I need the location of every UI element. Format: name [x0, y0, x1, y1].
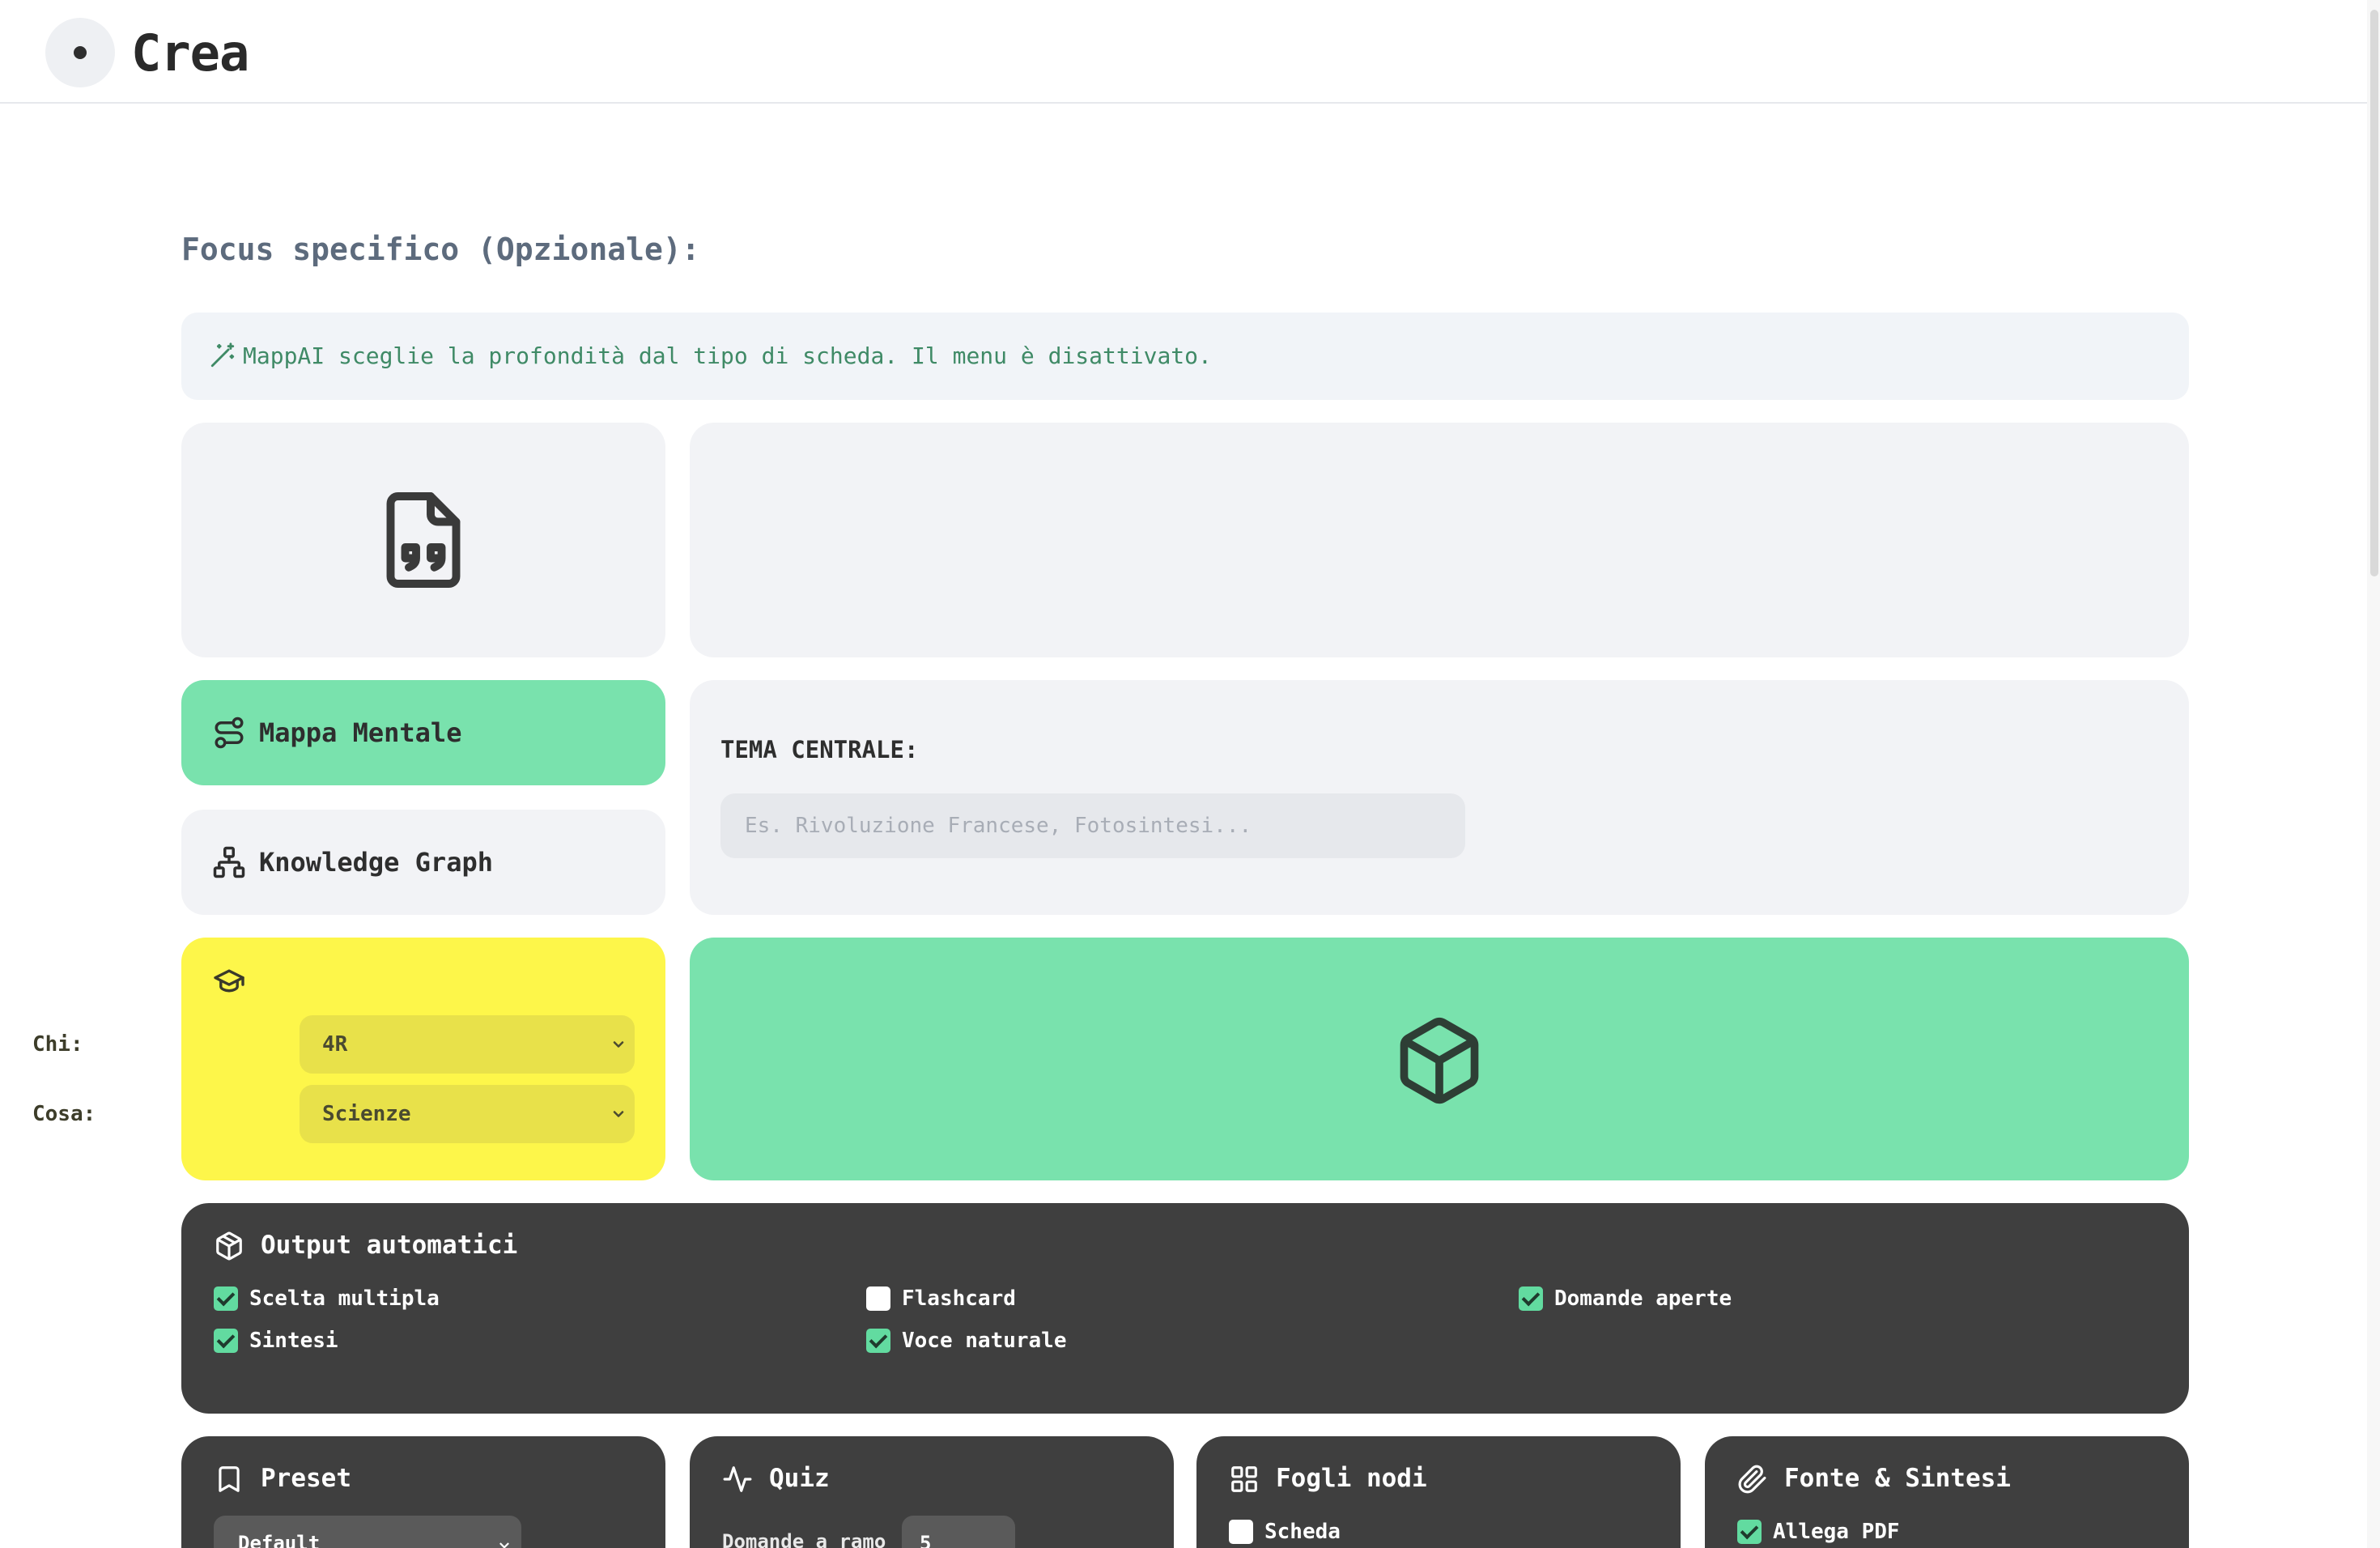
quiz-card: Quiz Domande a ramo 5: [690, 1436, 1174, 1548]
checkbox-box[interactable]: [1737, 1520, 1762, 1544]
checkbox-box[interactable]: [214, 1329, 238, 1353]
page-root: Crea Focus specifico (Opzionale): MappAI…: [0, 0, 2380, 1548]
route-icon: [215, 717, 244, 749]
checkbox-scheda[interactable]: Scheda: [1229, 1517, 1341, 1546]
checkbox-sintesi[interactable]: Sintesi: [214, 1326, 338, 1355]
checkbox-allega-pdf[interactable]: Allega PDF: [1737, 1517, 1900, 1546]
chevron-down-icon: [613, 1111, 624, 1117]
cosa-value: Scienze: [322, 1102, 411, 1126]
cosa-label: Cosa:: [32, 1102, 96, 1126]
menu-button[interactable]: [45, 18, 115, 87]
checkbox-scelta-multipla[interactable]: Scelta multipla: [214, 1284, 440, 1313]
page-title: Crea: [131, 23, 249, 83]
file-quote-icon: [386, 492, 461, 588]
domande-label: Domande a ramo: [722, 1530, 886, 1548]
preview-area: [690, 423, 2189, 657]
chi-label: Chi:: [32, 1032, 83, 1057]
preset-select[interactable]: Default: [214, 1516, 521, 1548]
info-banner: MappAI sceglie la profondità dal tipo di…: [181, 313, 2189, 400]
checkbox-label: Domande aperte: [1554, 1286, 1732, 1311]
checkbox-box[interactable]: [866, 1286, 890, 1311]
info-text: MappAI sceglie la profondità dal tipo di…: [243, 342, 1212, 369]
output-title: Output automatici: [261, 1231, 518, 1260]
tema-label: TEMA CENTRALE:: [720, 736, 919, 763]
chevron-down-icon: [613, 1041, 624, 1048]
focus-label: Focus specifico (Opzionale):: [181, 232, 700, 267]
fonte-sintesi-card: Fonte & Sintesi Allega PDF: [1705, 1436, 2189, 1548]
preset-value: Default: [238, 1532, 321, 1548]
tema-input[interactable]: [720, 793, 1465, 858]
chevron-down-icon: [499, 1542, 509, 1548]
scrollbar-thumb[interactable]: [2370, 10, 2378, 576]
scrollbar[interactable]: [2367, 0, 2380, 1548]
generate-button[interactable]: [690, 938, 2189, 1180]
paperclip-icon: [1738, 1465, 1766, 1494]
chi-select[interactable]: 4R: [300, 1015, 635, 1074]
graduation-cap-icon: [214, 969, 244, 993]
cosa-select[interactable]: Scienze: [300, 1085, 635, 1143]
upload-file-card[interactable]: [181, 423, 665, 657]
checkbox-box[interactable]: [214, 1286, 238, 1311]
bookmark-icon: [219, 1466, 240, 1492]
checkbox-voce-naturale[interactable]: Voce naturale: [866, 1326, 1067, 1355]
checkbox-flashcard[interactable]: Flashcard: [866, 1284, 1016, 1313]
tema-card: TEMA CENTRALE:: [690, 680, 2189, 915]
checkbox-box[interactable]: [1519, 1286, 1543, 1311]
checkbox-label: Scelta multipla: [249, 1286, 440, 1311]
checkbox-label: Voce naturale: [902, 1329, 1067, 1353]
knowledge-graph-button[interactable]: Knowledge Graph: [181, 810, 665, 915]
checkbox-box[interactable]: [1229, 1520, 1253, 1544]
quiz-title: Quiz: [769, 1464, 830, 1493]
checkbox-label: Sintesi: [249, 1329, 338, 1353]
package-icon: [1400, 1017, 1479, 1104]
chi-value: 4R: [322, 1032, 348, 1057]
checkbox-label: Allega PDF: [1773, 1520, 1900, 1544]
magic-wand-icon: [210, 342, 235, 368]
knowledge-graph-label: Knowledge Graph: [259, 847, 493, 878]
output-card: Output automatici Scelta multipla Flashc…: [181, 1203, 2189, 1414]
preset-title: Preset: [261, 1464, 351, 1493]
fogli-nodi-title: Fogli nodi: [1276, 1464, 1427, 1493]
domande-input[interactable]: 5: [902, 1516, 1015, 1548]
box-icon: [216, 1231, 242, 1261]
domande-value: 5: [920, 1532, 932, 1548]
checkbox-label: Scheda: [1264, 1520, 1341, 1544]
mappa-mentale-button[interactable]: Mappa Mentale: [181, 680, 665, 785]
mappa-mentale-label: Mappa Mentale: [259, 717, 462, 748]
checkbox-label: Flashcard: [902, 1286, 1016, 1311]
top-header: Crea: [0, 0, 2367, 104]
activity-icon: [723, 1466, 752, 1492]
network-icon: [213, 846, 245, 878]
fonte-sintesi-title: Fonte & Sintesi: [1784, 1464, 2011, 1493]
grid-icon: [1231, 1466, 1257, 1492]
fogli-nodi-card: Fogli nodi Scheda: [1196, 1436, 1681, 1548]
checkbox-domande-aperte[interactable]: Domande aperte: [1519, 1284, 1732, 1313]
checkbox-box[interactable]: [866, 1329, 890, 1353]
preset-card: Preset Default: [181, 1436, 665, 1548]
